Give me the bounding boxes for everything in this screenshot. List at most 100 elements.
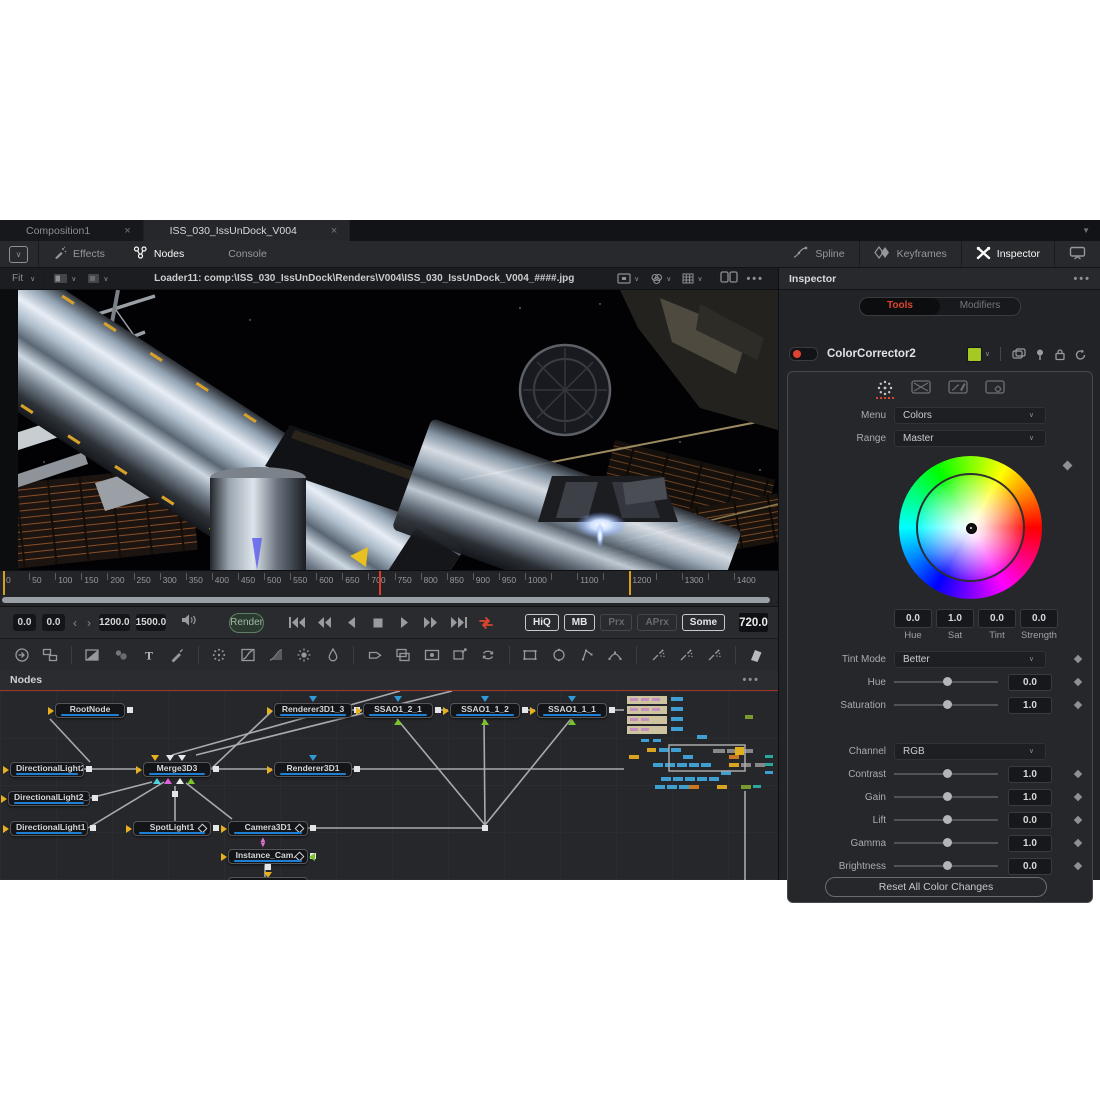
pin-icon[interactable] [1034,348,1046,361]
keyframes-button[interactable]: Keyframes [860,241,961,267]
node-input-icon[interactable] [356,707,362,715]
fast-reverse-button[interactable] [311,613,337,633]
node-scene-input-icon[interactable] [178,755,186,761]
channel-dropdown[interactable]: RGB ∨ [894,743,1046,760]
graph-node-directionallight2-1[interactable]: DirectionalLight2_1 [8,791,90,806]
tool-background-icon[interactable] [83,645,102,665]
viewer-channel-dropdown[interactable]: ∨ [87,273,111,284]
tab-modifiers[interactable]: Modifiers [940,298,1020,315]
reset-all-color-changes-button[interactable]: Reset All Color Changes [825,877,1047,897]
node-camera-input-icon[interactable] [394,719,402,725]
node-scene-input-icon[interactable] [166,755,174,761]
tool-polygon-mask-icon[interactable] [577,645,596,665]
tool-text-icon[interactable]: T [139,645,158,665]
tool-resize-icon[interactable] [450,645,469,665]
graph-node-renderer3d1-3[interactable]: Renderer3D1_3 [274,703,352,718]
tab-tools[interactable]: Tools [860,298,940,315]
node-output-icon[interactable] [86,766,92,772]
node-output-icon[interactable] [213,825,219,831]
timeline-ruler[interactable]: 0501001502002503003504004505005506006507… [0,570,778,595]
step-back-button[interactable]: ‹ [68,616,82,630]
inspector-menu[interactable]: ••• [1065,273,1091,285]
window-menu-arrow-icon[interactable]: ▼ [1082,226,1100,235]
gamma-slider[interactable] [894,842,998,844]
graph-node-unnamed[interactable] [228,877,308,880]
options-tab-icon[interactable] [948,379,968,399]
node-connection[interactable] [172,691,400,755]
contrast-value-field[interactable]: 1.0 [1008,766,1052,783]
graph-node-spotlight1[interactable]: SpotLight1 [133,821,211,836]
tool-colorcurves-icon[interactable] [238,645,257,665]
node-input-icon[interactable] [136,766,142,774]
node-input-icon[interactable] [530,707,536,715]
node-input-icon[interactable] [126,825,132,833]
slider-thumb-icon[interactable] [943,861,952,870]
composition-tab[interactable]: ISS_030_IssUnDock_V004× [144,220,351,241]
slider-thumb-icon[interactable] [943,792,952,801]
hiq-button[interactable]: HiQ [525,614,559,631]
node-output-icon[interactable] [609,707,615,713]
global-start-field[interactable]: 0.0 [13,614,36,631]
slider-thumb-icon[interactable] [943,838,952,847]
tool-cycle-icon[interactable] [478,645,497,665]
node-input-icon[interactable] [3,766,9,774]
tool-fastnoise-icon[interactable] [111,645,130,665]
timeline-scrollbar-thumb[interactable] [2,597,770,603]
slider-thumb-icon[interactable] [943,815,952,824]
graph-node-camera3d1[interactable]: Camera3D1 [228,821,308,836]
node-input-icon[interactable] [443,707,449,715]
graph-node-renderer3d1[interactable]: Renderer3D1 [274,762,352,777]
nodes-panel-menu[interactable]: ••• [734,674,768,686]
tab-close-icon[interactable]: × [331,225,337,237]
node-scene-input-icon[interactable] [151,755,159,761]
graph-node-directionallight2[interactable]: DirectionalLight2 [10,762,84,777]
slider-thumb-icon[interactable] [943,700,952,709]
node-instance-input-icon[interactable] [309,853,315,861]
node-output-icon[interactable] [435,707,441,713]
fit-dropdown[interactable]: Fit [0,273,27,284]
composition-tab[interactable]: Composition1× [0,220,144,241]
fast-forward-button[interactable] [419,613,445,633]
contrast-slider[interactable] [894,773,998,775]
viewer-layout-button[interactable]: ∨ [9,246,28,263]
node-scene-connection-icon[interactable] [176,778,184,784]
node-scene-connection-icon[interactable] [164,778,172,784]
node-output-icon[interactable] [354,766,360,772]
hue-value-field[interactable]: 0.0 [1008,674,1052,691]
mb-button[interactable]: MB [564,614,596,631]
keyframe-diamond-icon[interactable] [1074,678,1082,686]
graph-node-ssao1-1-1[interactable]: SSAO1_1_1 [537,703,607,718]
tint-mode-dropdown[interactable]: Better ∨ [894,651,1046,668]
keyframe-diamond-icon[interactable] [1063,461,1073,471]
settings-tab-icon[interactable] [985,379,1005,399]
node-input-icon[interactable] [267,766,273,774]
node-graph-navigator[interactable] [625,693,777,795]
keyframe-diamond-icon[interactable] [1074,839,1082,847]
tool-particle-merge-icon[interactable] [676,645,695,665]
graph-node-ssao1-1-2[interactable]: SSAO1_1_2 [450,703,520,718]
node-output-icon[interactable] [265,864,271,870]
graph-node-rootnode[interactable]: RootNode [55,703,125,718]
clean-feed-button[interactable] [1055,241,1100,267]
node-connection[interactable] [50,719,90,762]
tool-particle-emitter-icon[interactable] [648,645,667,665]
node-input-icon[interactable] [221,825,227,833]
keyframe-diamond-icon[interactable] [1074,793,1082,801]
inspector-button[interactable]: Inspector [962,241,1054,267]
saturation-value-field[interactable]: 1.0 [1008,697,1052,714]
node-scene-connection-icon[interactable] [187,778,195,784]
node-scene-connection-icon[interactable] [153,778,161,784]
node-3d-input-icon[interactable] [394,696,402,702]
node-output-icon[interactable] [522,707,528,713]
tool-loader-icon[interactable] [12,645,31,665]
keyframe-diamond-icon[interactable] [1074,862,1082,870]
viewer-grid-dropdown[interactable]: ∨ [682,273,705,284]
gain-slider[interactable] [894,796,998,798]
tool-dve-icon[interactable] [394,645,413,665]
render-start-field[interactable]: 0.0 [42,614,65,631]
gain-value-field[interactable]: 1.0 [1008,789,1052,806]
menu-dropdown[interactable]: Colors ∨ [894,407,1046,424]
graph-node-instance-cam-[interactable]: Instance_Cam... [228,849,308,864]
render-range-marker[interactable] [3,571,5,595]
saturation-slider[interactable] [894,704,998,706]
